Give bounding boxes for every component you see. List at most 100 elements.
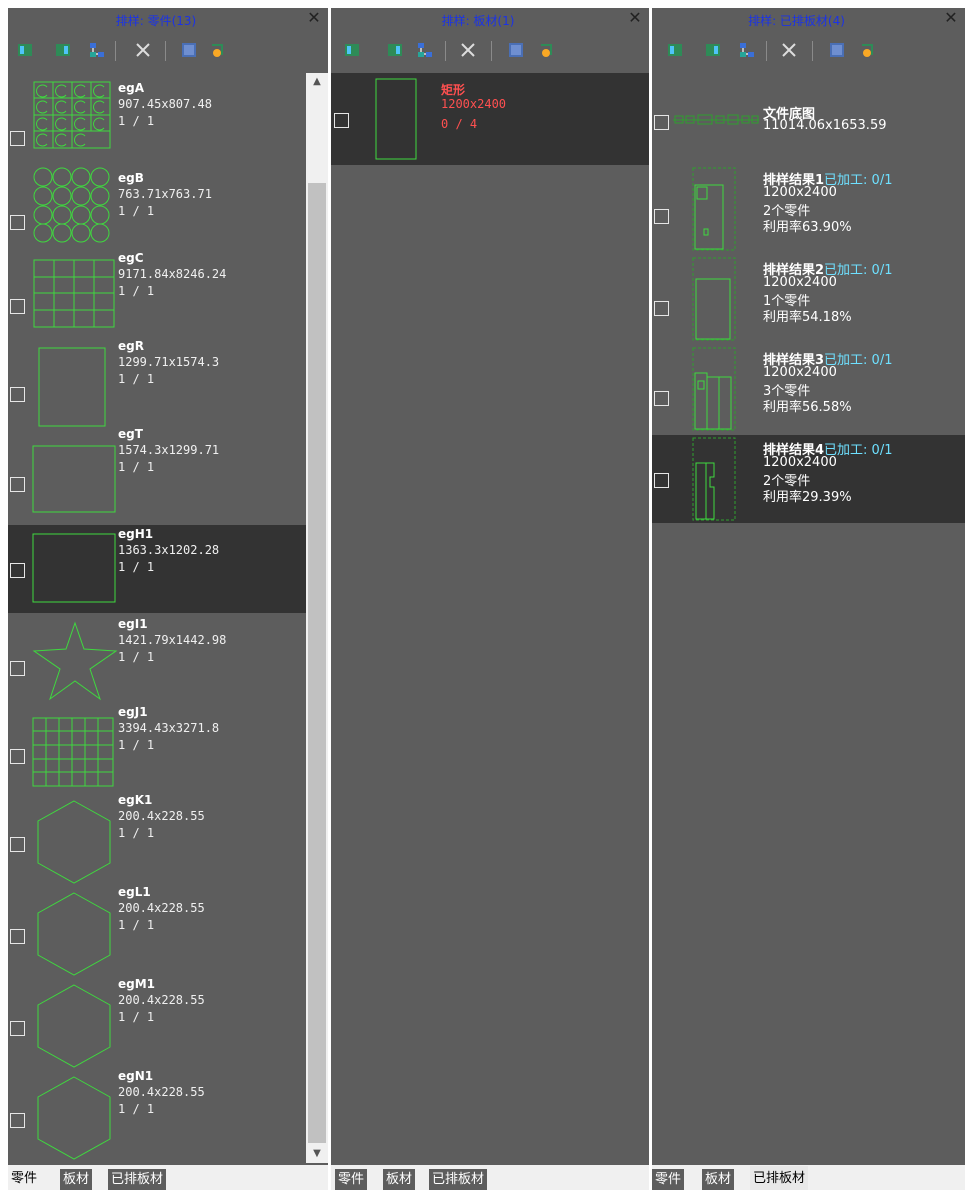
list-item[interactable]: 矩形 1200x2400 0 / 4 [331,73,649,165]
layout-icon[interactable] [666,41,684,59]
toolbar [331,35,649,65]
part-thumbnail [33,167,110,243]
select-icon[interactable] [507,41,525,59]
list-item[interactable]: egI1 1421.79x1442.98 1 / 1 [8,613,328,701]
layout-alt-icon[interactable] [704,41,722,59]
item-checkbox[interactable] [10,1021,25,1036]
list-item[interactable]: egC 9171.84x8246.24 1 / 1 [8,249,328,337]
item-checkbox[interactable] [334,113,349,128]
item-checkbox[interactable] [654,115,669,130]
parts-panel: 排样: 零件(13) ✕ egA 907.45x807.48 1 / 1 egB… [8,8,328,1190]
layout-icon[interactable] [343,41,361,59]
tab-parts[interactable]: 零件 [652,1169,685,1190]
layout-alt-icon[interactable] [54,41,72,59]
tab-bar: 零件 板材 已排板材 [8,1165,328,1190]
tab-sheets[interactable]: 板材 [702,1169,735,1190]
part-thumbnail [37,800,111,884]
layout-icon[interactable] [16,41,34,59]
list-item[interactable]: egT 1574.3x1299.71 1 / 1 [8,425,328,513]
item-checkbox[interactable] [10,749,25,764]
list-item[interactable]: egR 1299.71x1574.3 1 / 1 [8,337,328,427]
part-thumbnail [32,533,116,603]
part-name: egC [118,251,144,265]
delete-icon[interactable] [134,41,152,59]
list-item[interactable]: egJ1 3394.43x3271.8 1 / 1 [8,701,328,789]
tab-nested[interactable]: 已排板材 [429,1169,488,1190]
layout-alt-icon[interactable] [386,41,404,59]
item-checkbox[interactable] [10,661,25,676]
scroll-up-icon[interactable]: ▲ [306,73,328,91]
list-item[interactable]: egL1 200.4x228.55 1 / 1 [8,881,328,976]
part-count: 1 / 1 [118,560,155,574]
panel-title: 排样: 零件(13) [115,14,197,28]
select-icon[interactable] [180,41,198,59]
item-checkbox[interactable] [10,387,25,402]
result-thumbnail [692,437,736,521]
export-icon[interactable] [208,41,226,59]
list-item[interactable]: 文件底图 11014.06x1653.59 [652,73,965,161]
export-icon[interactable] [537,41,555,59]
sheet-count: 0 / 4 [441,117,478,131]
close-icon[interactable]: ✕ [306,10,322,26]
scrollbar[interactable]: ▲ ▼ [306,73,328,1163]
item-checkbox[interactable] [10,1113,25,1128]
panel-titlebar: 排样: 零件(13) ✕ [8,8,328,32]
panel-title: 排样: 板材(1) [441,14,515,28]
part-thumbnail [32,445,116,513]
list-item[interactable]: 排样结果2已加工: 0/1 1200x2400 1个零件 利用率54.18% [652,253,965,341]
list-item[interactable]: egN1 200.4x228.55 1 / 1 [8,1065,328,1160]
part-count: 1 / 1 [118,284,155,298]
tab-parts[interactable]: 零件 [335,1169,368,1190]
item-checkbox[interactable] [654,209,669,224]
item-checkbox[interactable] [10,837,25,852]
item-checkbox[interactable] [654,391,669,406]
tree-icon[interactable] [416,41,434,59]
tree-icon[interactable] [738,41,756,59]
list-item[interactable]: egB 763.71x763.71 1 / 1 [8,161,328,249]
scrollbar-thumb[interactable] [308,183,326,1143]
part-name: egM1 [118,977,156,991]
scroll-down-icon[interactable]: ▼ [306,1145,328,1163]
item-checkbox[interactable] [10,477,25,492]
part-name: egH1 [118,527,154,541]
item-checkbox[interactable] [10,929,25,944]
tab-nested[interactable]: 已排板材 [108,1169,167,1190]
part-count: 1 / 1 [118,1102,155,1116]
list-item[interactable]: 排样结果1已加工: 0/1 1200x2400 2个零件 利用率63.90% [652,163,965,251]
result-size: 1200x2400 [763,275,837,290]
list-item[interactable]: 排样结果3已加工: 0/1 1200x2400 3个零件 利用率56.58% [652,343,965,431]
result-utilization: 利用率29.39% [763,490,852,505]
item-checkbox[interactable] [654,473,669,488]
close-icon[interactable]: ✕ [943,10,959,26]
tab-nested[interactable]: 已排板材 [750,1166,809,1190]
list-item[interactable]: egA 907.45x807.48 1 / 1 [8,73,328,161]
close-icon[interactable]: ✕ [627,10,643,26]
part-count: 1 / 1 [118,460,155,474]
part-dimensions: 200.4x228.55 [118,809,205,823]
list-item[interactable]: egM1 200.4x228.55 1 / 1 [8,973,328,1068]
part-name: egL1 [118,885,151,899]
part-count: 1 / 1 [118,918,155,932]
item-checkbox[interactable] [10,299,25,314]
list-item[interactable]: egK1 200.4x228.55 1 / 1 [8,789,328,884]
delete-icon[interactable] [780,41,798,59]
tab-sheets[interactable]: 板材 [383,1169,416,1190]
select-icon[interactable] [828,41,846,59]
tree-icon[interactable] [88,41,106,59]
toolbar [652,35,965,65]
tab-sheets[interactable]: 板材 [60,1169,93,1190]
delete-icon[interactable] [459,41,477,59]
sheets-list: 矩形 1200x2400 0 / 4 [331,73,649,1163]
item-checkbox[interactable] [654,301,669,316]
base-drawing-thumbnail [673,114,759,125]
export-icon[interactable] [858,41,876,59]
tab-parts[interactable]: 零件 [8,1166,41,1190]
part-dimensions: 1299.71x1574.3 [118,355,220,369]
list-item[interactable]: 排样结果4已加工: 0/1 1200x2400 2个零件 利用率29.39% [652,435,965,523]
item-checkbox[interactable] [10,563,25,578]
sheets-panel: 排样: 板材(1) ✕ 矩形 1200x2400 0 / 4 零件 板材 已排板… [331,8,649,1190]
item-checkbox[interactable] [10,215,25,230]
list-item[interactable]: egH1 1363.3x1202.28 1 / 1 [8,525,328,613]
item-checkbox[interactable] [10,131,25,146]
part-thumbnail [37,1076,111,1160]
